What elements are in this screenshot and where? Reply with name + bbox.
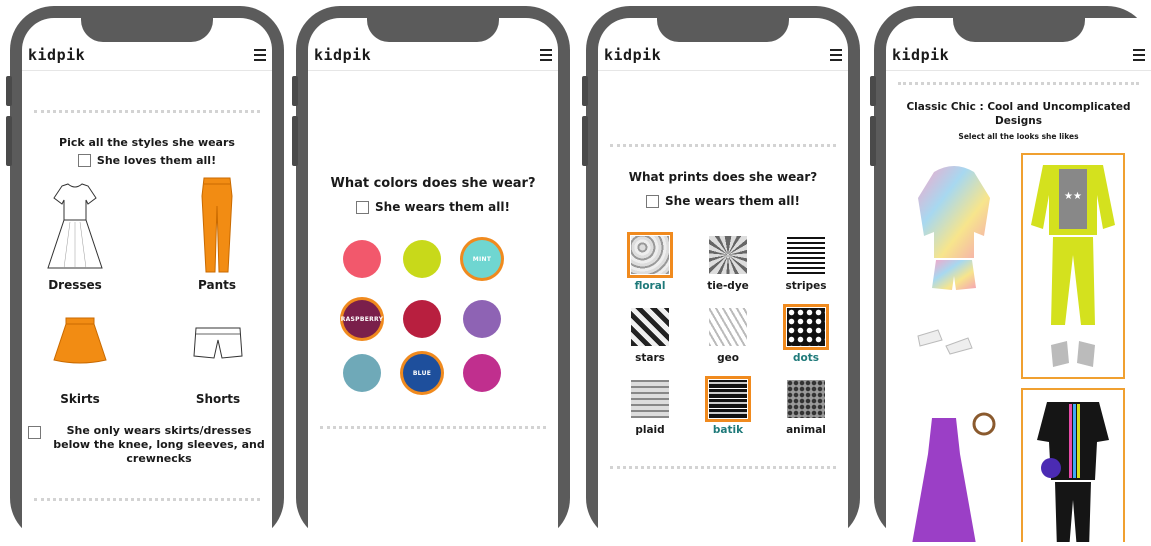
print-label-floral: floral: [634, 280, 666, 292]
print-swatch-dots[interactable]: [783, 304, 829, 350]
modest-option[interactable]: She only wears skirts/dresses below the …: [28, 424, 268, 466]
screen-styles: kidpik Pick all the styles she wears She…: [22, 18, 272, 542]
looks-subtitle: Select all the looks she likes: [958, 132, 1079, 141]
style-item-skirts[interactable]: Skirts: [50, 314, 110, 406]
prints-all-option[interactable]: She wears them all!: [598, 194, 848, 208]
print-label-plaid: plaid: [635, 424, 665, 436]
outfit-card-neon[interactable]: ★★: [1021, 153, 1125, 379]
print-swatch-geo[interactable]: [709, 308, 747, 346]
kidpik-logo[interactable]: kidpik: [604, 46, 661, 64]
kidpik-logo[interactable]: kidpik: [28, 46, 85, 64]
style-label-pants: Pants: [198, 278, 236, 292]
phone-frame-colors: kidpik What colors does she wear? She we…: [292, 6, 570, 542]
prints-all-checkbox[interactable]: [646, 195, 660, 208]
print-label-batik: batik: [712, 424, 744, 436]
pants-icon: [201, 177, 233, 273]
print-label-tie-dye: tie-dye: [707, 280, 749, 292]
color-swatch[interactable]: [343, 354, 381, 392]
color-swatch[interactable]: [403, 300, 441, 338]
menu-icon[interactable]: [1133, 49, 1145, 64]
looks-title: Classic Chic : Cool and Uncomplicated De…: [906, 101, 1131, 127]
kidpik-logo[interactable]: kidpik: [892, 46, 949, 64]
outfit-card-tie-dye[interactable]: [904, 158, 1004, 378]
love-all-option[interactable]: She loves them all!: [22, 154, 272, 167]
black-outfit-image: [1037, 402, 1109, 542]
style-item-pants[interactable]: Pants: [182, 176, 252, 292]
color-swatch[interactable]: [403, 240, 441, 278]
colors-question: What colors does she wear?: [330, 176, 536, 191]
color-swatch[interactable]: [463, 300, 501, 338]
love-all-checkbox[interactable]: [77, 154, 91, 167]
style-item-dresses[interactable]: Dresses: [40, 180, 110, 292]
print-swatch-animal[interactable]: [787, 380, 825, 418]
prints-question: What prints does she wear?: [628, 170, 818, 184]
print-label-stripes: stripes: [785, 280, 827, 292]
style-item-shorts[interactable]: Shorts: [188, 324, 248, 406]
svg-text:★★: ★★: [1064, 191, 1082, 202]
dress-icon: [47, 183, 103, 269]
styles-question: Pick all the styles she wears: [59, 136, 235, 149]
tie-dye-outfit-image: [917, 166, 990, 355]
print-swatch-plaid[interactable]: [631, 380, 669, 418]
colors-all-option[interactable]: She wears them all!: [308, 200, 558, 214]
screen-colors: kidpik What colors does she wear? She we…: [308, 18, 558, 542]
print-label-animal: animal: [786, 424, 826, 436]
screen-prints: kidpik What prints does she wear? She we…: [598, 18, 848, 542]
color-swatch[interactable]: [463, 354, 501, 392]
style-label-shorts: Shorts: [195, 392, 241, 406]
style-label-dresses: Dresses: [48, 278, 102, 292]
menu-icon[interactable]: [254, 49, 266, 64]
print-swatch-stripes[interactable]: [787, 236, 825, 274]
color-swatch[interactable]: [343, 240, 381, 278]
outfit-card-purple-dress[interactable]: [904, 394, 1014, 542]
menu-icon[interactable]: [540, 49, 552, 64]
phone-frame-prints: kidpik What prints does she wear? She we…: [582, 6, 860, 542]
shorts-icon: [193, 327, 243, 359]
purple-dress-image: [912, 412, 996, 542]
phone-frame-looks: kidpik Classic Chic : Cool and Uncomplic…: [870, 6, 1151, 542]
modest-checkbox[interactable]: [28, 426, 41, 439]
print-label-geo: geo: [717, 352, 739, 364]
screen-looks: kidpik Classic Chic : Cool and Uncomplic…: [886, 18, 1151, 542]
color-swatch[interactable]: BLUE: [403, 354, 441, 392]
print-label-dots: dots: [793, 352, 819, 364]
skirt-icon: [53, 317, 107, 364]
neon-outfit-image: ★★: [1031, 165, 1115, 367]
print-swatch-stars[interactable]: [631, 308, 669, 346]
color-swatch[interactable]: MINT: [463, 240, 501, 278]
print-swatch-batik[interactable]: [705, 376, 751, 422]
kidpik-logo[interactable]: kidpik: [314, 46, 371, 64]
style-label-skirts: Skirts: [60, 392, 100, 406]
color-swatch[interactable]: RASPBERRY: [341, 300, 383, 338]
menu-icon[interactable]: [830, 49, 842, 64]
modest-option-label: She only wears skirts/dresses below the …: [53, 424, 265, 465]
print-swatch-floral[interactable]: [627, 232, 673, 278]
print-swatch-tie-dye[interactable]: [709, 236, 747, 274]
outfit-card-black[interactable]: [1021, 388, 1125, 542]
colors-all-checkbox[interactable]: [356, 201, 370, 214]
phone-frame-styles: kidpik Pick all the styles she wears She…: [6, 6, 284, 542]
print-label-stars: stars: [635, 352, 665, 364]
